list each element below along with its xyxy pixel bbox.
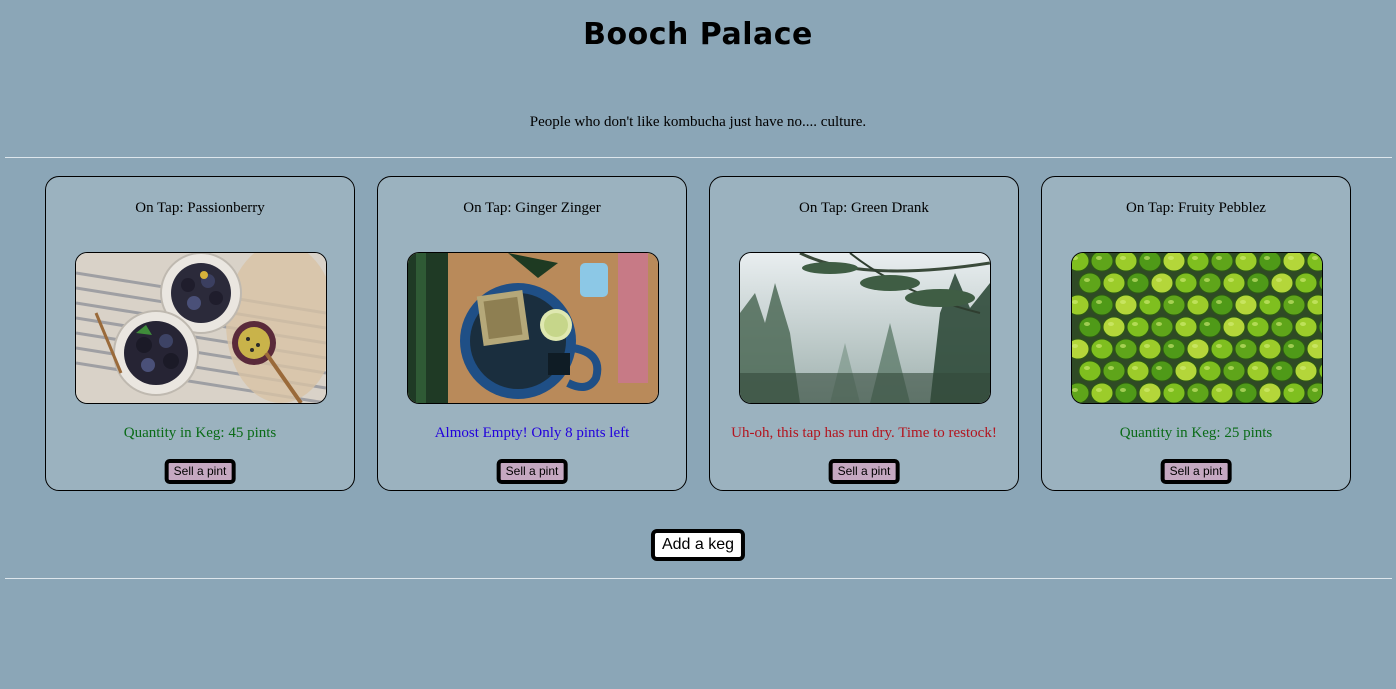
keg-name: On Tap: Fruity Pebblez	[1126, 200, 1266, 216]
keg-card-ginger-zinger: On Tap: Ginger Zinger Almost Empty! Only…	[377, 176, 687, 491]
limes-photo	[1071, 252, 1323, 404]
keg-card-passionberry: On Tap: Passionberry Quantity in Keg: 45…	[45, 176, 355, 491]
keg-quantity-status: Quantity in Keg: 45 pints	[123, 425, 277, 441]
top-divider	[5, 157, 1392, 158]
keg-name: On Tap: Ginger Zinger	[463, 200, 601, 216]
keg-name: On Tap: Green Drank	[799, 200, 929, 216]
tea-mug-photo	[407, 252, 659, 404]
keg-card-green-drank: On Tap: Green Drank Uh-oh, this tap has …	[709, 176, 1019, 491]
sell-pint-button[interactable]: Sell a pint	[496, 459, 568, 484]
berry-bowls-photo	[75, 252, 327, 404]
bottom-divider	[5, 578, 1392, 579]
keg-card-fruity-pebblez: On Tap: Fruity Pebblez Quantity in Keg: …	[1041, 176, 1351, 491]
sell-pint-button[interactable]: Sell a pint	[828, 459, 900, 484]
page-title: Booch Palace	[583, 17, 813, 52]
keg-list: On Tap: Passionberry Quantity in Keg: 45…	[45, 176, 1353, 493]
keg-quantity-status: Almost Empty! Only 8 pints left	[434, 425, 630, 441]
sell-pint-button[interactable]: Sell a pint	[164, 459, 236, 484]
tagline: People who don't like kombucha just have…	[529, 114, 867, 130]
keg-name: On Tap: Passionberry	[135, 200, 265, 216]
misty-forest-photo	[739, 252, 991, 404]
add-keg-button[interactable]: Add a keg	[650, 529, 746, 561]
keg-quantity-status: Quantity in Keg: 25 pints	[1119, 425, 1273, 441]
sell-pint-button[interactable]: Sell a pint	[1160, 459, 1232, 484]
keg-quantity-status: Uh-oh, this tap has run dry. Time to res…	[731, 425, 997, 441]
